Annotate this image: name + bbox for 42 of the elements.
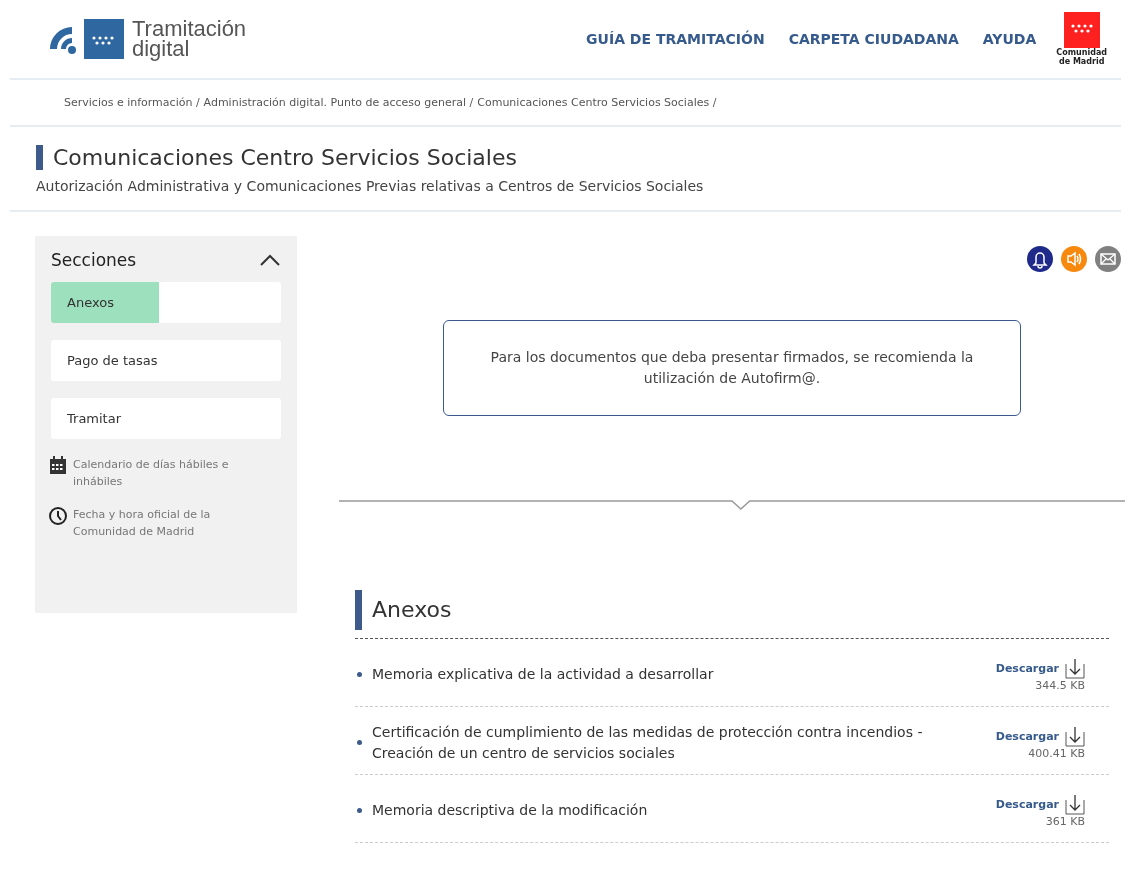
file-size: 361 KB (1045, 814, 1085, 828)
annex-name: Memoria explicativa de la actividad a desarrollar (372, 665, 715, 684)
bullet-icon (357, 740, 362, 745)
file-size: 344.5 KB (1035, 678, 1085, 692)
file-size: 400.41 KB (1028, 746, 1085, 760)
page-title: Comunicaciones Centro Servicios Sociales (53, 145, 517, 170)
sidebar-title: Secciones (51, 250, 137, 270)
calendar-icon (49, 456, 67, 476)
logo-text: Tramitación digital (132, 19, 247, 59)
page-subtitle: Autorización Administrativa y Comunicaciones Previas relativas a Centros de Servicios Sociales (36, 178, 705, 194)
breadcrumb-link[interactable]: Administración digital. Punto de acceso general / (203, 96, 474, 109)
sidebar-item[interactable]: Anexos (51, 282, 281, 323)
sidebar-link[interactable]: Fecha y hora oficial de la Comunidad de Madrid (73, 506, 243, 540)
bullet-icon (357, 808, 362, 813)
sidebar-link[interactable]: Calendario de días hábiles e inhábiles (73, 456, 243, 490)
breadcrumb-link[interactable]: Servicios e información / (64, 96, 200, 109)
download-link[interactable]: Descargar (995, 797, 1059, 811)
star-flag-logo-icon (84, 19, 124, 59)
bullet-icon (357, 672, 362, 677)
download-link[interactable]: Descargar (995, 661, 1059, 675)
bell-icon[interactable] (1027, 246, 1053, 272)
sidebar-item[interactable]: Pago de tasas (51, 340, 281, 381)
section-title: Anexos (372, 596, 452, 624)
download-icon[interactable] (1065, 657, 1085, 679)
clock-icon (49, 506, 67, 526)
region-flag-icon (1063, 12, 1100, 48)
breadcrumb-link[interactable]: Comunicaciones Centro Servicios Sociales / (477, 96, 717, 109)
nav-link[interactable]: CARPETA CIUDADANA (788, 31, 959, 47)
nav-link[interactable]: AYUDA (982, 31, 1037, 47)
download-link[interactable]: Descargar (995, 729, 1059, 743)
download-icon[interactable] (1065, 725, 1085, 747)
notice-box: Para los documentos que deba presentar firmados, se recomienda la utilización de Autofirm@. (443, 320, 1021, 416)
annex-name: Certificación de cumplimiento de las medidas de protección contra incendios - Creación de un centro de servicios sociales (372, 722, 924, 763)
annex-name: Memoria descriptiva de la modificación (372, 801, 649, 820)
accent-bar (36, 145, 43, 170)
accent-bar (355, 590, 362, 630)
chevron-icon[interactable] (259, 252, 281, 268)
nav-link[interactable]: GUÍA DE TRAMITACIÓN (586, 31, 765, 47)
mail-icon[interactable] (1095, 246, 1121, 272)
region-logo-text: Comunidad de Madrid (1056, 48, 1107, 66)
download-icon[interactable] (1065, 793, 1085, 815)
sidebar-item[interactable]: Tramitar (51, 398, 281, 439)
